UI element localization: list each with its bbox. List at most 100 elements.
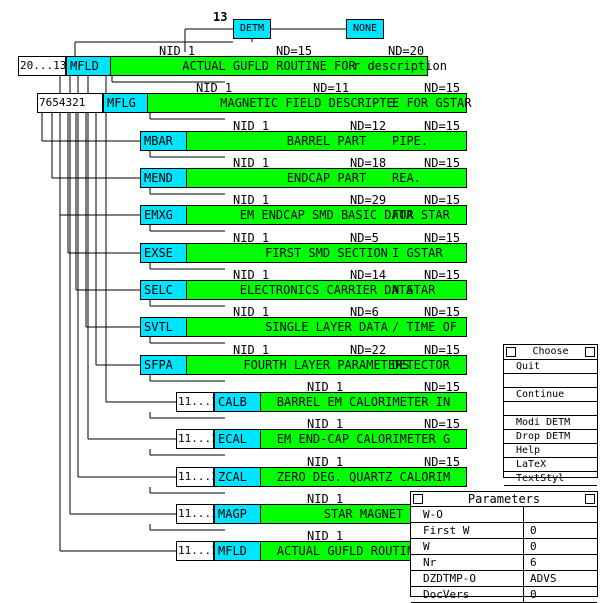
desc-suffix-svtl: / TIME OF [392,320,458,334]
menu-item-help[interactable]: Help [504,444,597,458]
menu-resize-square-icon[interactable] [585,347,595,357]
parameters-panel: Parameters W-O First W 0 W 0 Nr 6 DZDTMP-O ADVS D… [410,491,598,603]
nd-label: ND=6 [350,305,379,319]
menu-item-quit[interactable]: Quit [504,360,597,374]
menu-item-textstyl[interactable]: TextStyl [504,472,597,486]
menu-item-latex[interactable]: LaTeX [504,458,597,472]
param-key: W-O [411,507,524,522]
desc-suffix-mflg: E FOR GSTAR [392,96,472,110]
nd-label: ND=29 [350,193,387,207]
nd-label: ND=5 [350,231,379,245]
nd-label: ND=15 [276,44,313,58]
menu-item-drop-detm[interactable]: Drop DETM [504,430,597,444]
nid-label: NID 1 [233,231,270,245]
params-resize-square-icon[interactable] [585,494,595,504]
param-value[interactable]: 6 [524,555,537,570]
param-key: W [411,539,524,554]
desc-ecal[interactable]: EM END-CAP CALORIMETER G [260,429,467,449]
menu-separator [504,374,597,388]
bank-mend[interactable]: MEND [140,168,187,188]
desc-suffix-selc: N STAR [392,283,436,297]
param-value[interactable]: 0 [524,539,537,554]
nid-label: NID 1 [233,305,270,319]
bank-exse[interactable]: EXSE [140,243,187,263]
param-value[interactable]: 0 [524,523,537,538]
bank-selc[interactable]: SELC [140,280,187,300]
top-number: 13 [213,10,228,24]
nid-label: NID 1 [233,343,270,357]
params-close-square-icon[interactable] [413,494,423,504]
param-row: W0 [411,539,597,555]
desc-mend[interactable]: ENDCAP PART [186,168,467,188]
nid-label: NID 1 [307,455,344,469]
param-value[interactable]: ADVS [524,571,557,586]
desc-suffix-mbar: PIPE. [392,134,429,148]
bank-magp[interactable]: MAGP [214,504,261,524]
bank-calb[interactable]: CALB [214,392,261,412]
bank-svtl[interactable]: SVTL [140,317,187,337]
nd-label: ND=14 [350,268,387,282]
range-box: 7654321 [37,93,103,113]
choose-menu-title: Choose [504,345,597,360]
choose-menu: Choose Quit Continue Modi DETM Drop DETM Hel… [503,344,598,486]
bank-sfpa[interactable]: SFPA [140,355,187,375]
nd-label-right: ND=15 [424,305,461,319]
desc-zcal[interactable]: ZERO DEG. QUARTZ CALORIM [260,467,467,487]
nid-label: NID 1 [233,268,270,282]
bank-mflg[interactable]: MFLG [103,93,148,113]
param-row: Nr 6 [411,555,597,571]
nd-label-right: ND=15 [424,343,461,357]
menu-item-continue[interactable]: Continue [504,388,597,402]
param-key: DZDTMP-O [411,571,524,586]
param-row: W-O [411,507,597,523]
nd-label-right: ND=20 [388,44,425,58]
nid-label: NID 1 [307,380,344,394]
parameters-label: Parameters [467,492,541,506]
desc-calb[interactable]: BARREL EM CALORIMETER IN [260,392,467,412]
nid-label: NID 1 [307,529,344,543]
menu-close-square-icon[interactable] [506,347,516,357]
none-node[interactable]: NONE [346,19,384,39]
desc-suffix-sfpa: DETECTOR [392,358,450,372]
bank-mfld-bottom[interactable]: MFLD [214,541,261,561]
nd-label-right: ND=15 [424,156,461,170]
nid-label: NID 1 [307,417,344,431]
nd-label: ND=22 [350,343,387,357]
range-box: 11...1 [176,392,214,412]
param-row: DZDTMP-O ADVS [411,571,597,587]
range-box: 11...1 [176,467,214,487]
nd-label-right: ND=15 [424,119,461,133]
nid-label: NID 1 [233,119,270,133]
nid-label: NID 1 [196,81,233,95]
param-row: First W0 [411,523,597,539]
range-box: 11...1 [176,504,214,524]
param-key: First W [411,523,524,538]
bank-mfld-top[interactable]: MFLD [66,56,111,76]
range-box: 20...13 [18,56,66,76]
desc-suffix-emxg: FOR STAR [392,208,450,222]
desc-suffix-exse: I GSTAR [392,246,443,260]
bank-emxg[interactable]: EMXG [140,205,187,225]
param-value[interactable] [524,507,530,522]
range-box: 11...1 [176,429,214,449]
menu-item-modi-detm[interactable]: Modi DETM [504,416,597,430]
nid-label: NID 1 [307,492,344,506]
parameters-title: Parameters [411,492,597,507]
desc-suffix-mend: REA. [392,171,421,185]
nd-label-right: ND=15 [424,417,461,431]
bank-ecal[interactable]: ECAL [214,429,261,449]
nd-label-right: ND=15 [424,231,461,245]
nd-label: ND=18 [350,156,387,170]
nd-label: ND=12 [350,119,387,133]
nd-label-right: ND=15 [424,193,461,207]
param-key: Nr [411,555,524,570]
detm-node[interactable]: DETM [233,19,271,39]
nd-label-right: ND=15 [424,268,461,282]
desc-suffix-mfld-top: r description [353,59,447,73]
nid-label: NID 1 [159,44,196,58]
nd-label-right: ND=15 [424,455,461,469]
bank-mbar[interactable]: MBAR [140,131,187,151]
nd-label-right: ND=15 [424,380,461,394]
param-row: DocVers 0 [411,587,597,603]
bank-zcal[interactable]: ZCAL [214,467,261,487]
